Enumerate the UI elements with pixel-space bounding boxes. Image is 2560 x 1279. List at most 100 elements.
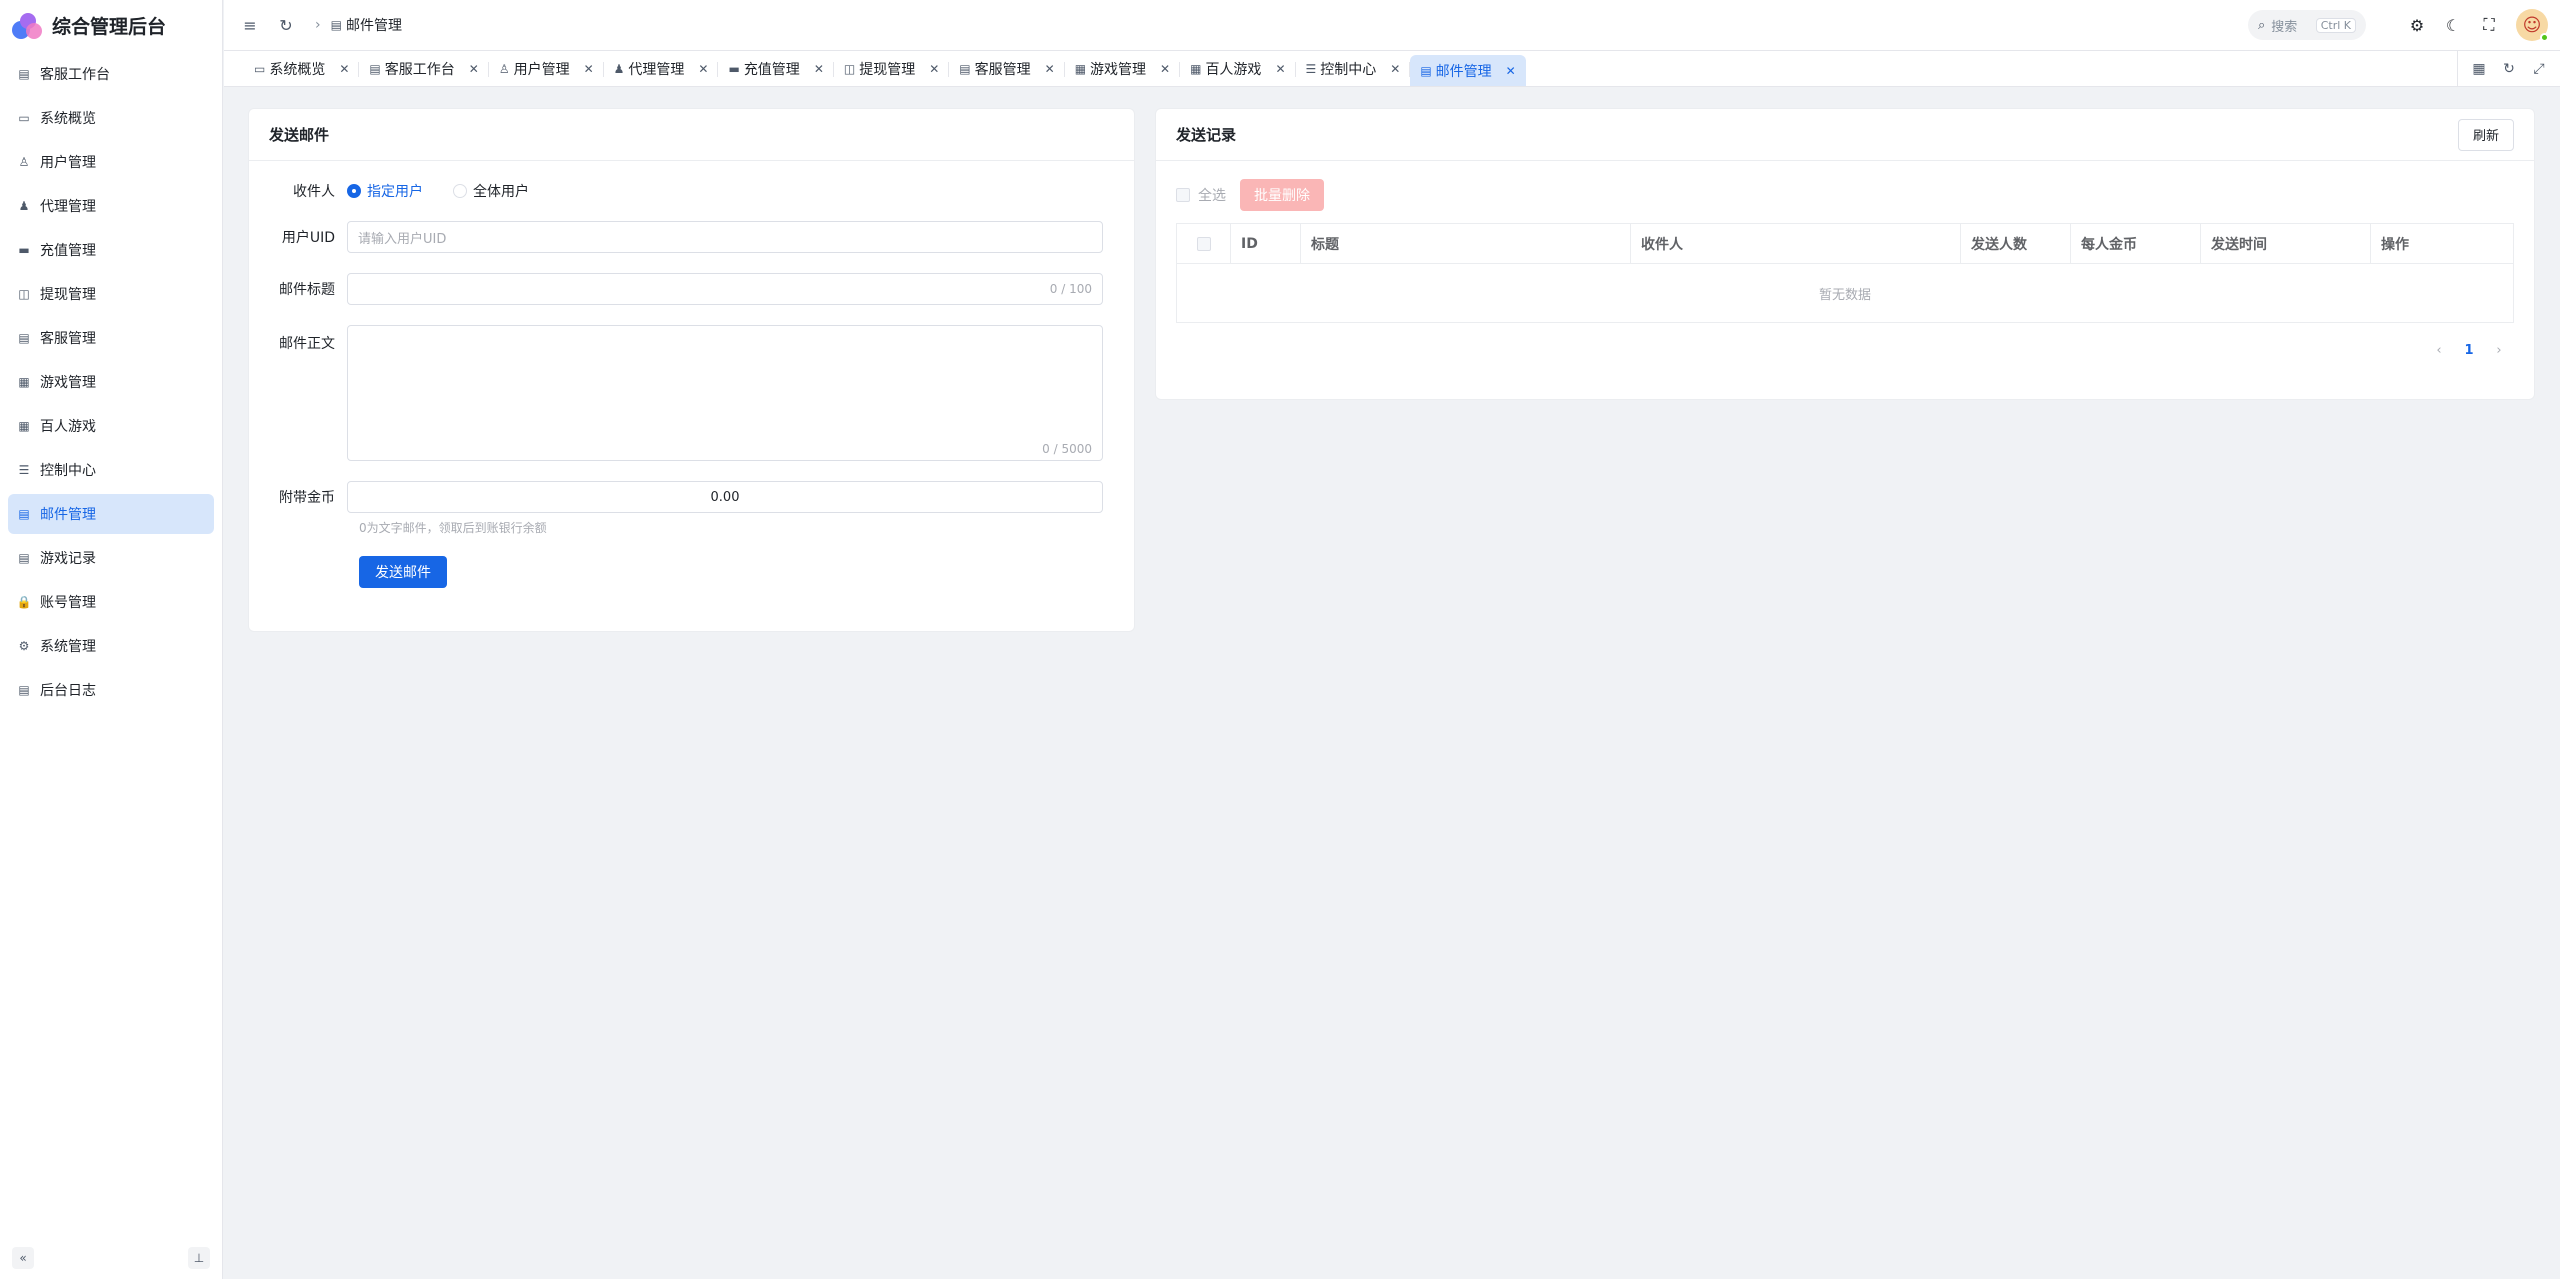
sidebar-item-0[interactable]: ▤ 客服工作台 [8, 54, 214, 94]
monitor-icon: ▭ [18, 111, 30, 125]
uid-row: 用户UID 请输入用户UID [249, 221, 1114, 253]
sidebar-item-7[interactable]: ▦ 游戏管理 [8, 362, 214, 402]
gold-input[interactable]: 0.00 [347, 481, 1103, 513]
close-icon[interactable]: ✕ [1506, 64, 1516, 78]
search-icon: ⌕ [2258, 17, 2266, 33]
radio-specified-user-label: 指定用户 [367, 184, 423, 200]
tab-4[interactable]: ▬ 充值管理 ✕ [718, 51, 835, 86]
body-row: 邮件正文 0 / 5000 [249, 325, 1114, 461]
tab-label: 提现管理 [859, 61, 916, 78]
reload-icon[interactable]: ↻ [275, 14, 297, 36]
header-checkbox[interactable] [1196, 236, 1211, 251]
sidebar-item-label: 后台日志 [40, 683, 96, 699]
sidebar-item-3[interactable]: ♟ 代理管理 [8, 186, 214, 226]
sidebar-item-12[interactable]: 🔒 账号管理 [8, 582, 214, 622]
sidebar-item-6[interactable]: ▤ 客服管理 [8, 318, 214, 358]
uid-placeholder: 请输入用户UID [358, 231, 447, 247]
send-mail-title: 发送邮件 [249, 109, 1134, 161]
tab-2[interactable]: ♙ 用户管理 ✕ [489, 51, 604, 86]
tab-7[interactable]: ▦ 游戏管理 ✕ [1065, 51, 1181, 86]
close-icon[interactable]: ✕ [1275, 62, 1285, 76]
breadcrumb-current[interactable]: 邮件管理 [346, 15, 402, 35]
maximize-icon[interactable]: ⤢ [2524, 61, 2554, 77]
sidebar-item-13[interactable]: ⚙ 系统管理 [8, 626, 214, 666]
radio-all-users-label: 全体用户 [473, 184, 529, 200]
moon-icon[interactable]: ☾ [2442, 14, 2464, 36]
gear-icon[interactable]: ⚙ [2406, 14, 2428, 36]
logo[interactable]: 综合管理后台 [0, 0, 222, 50]
sidebar-item-9[interactable]: ☰ 控制中心 [8, 450, 214, 490]
uid-input[interactable]: 请输入用户UID [347, 221, 1103, 253]
menu-toggle-icon[interactable]: ≡ [239, 14, 261, 36]
sidebar-item-label: 控制中心 [40, 463, 96, 479]
sidebar-item-8[interactable]: ▦ 百人游戏 [8, 406, 214, 446]
sidebar-item-11[interactable]: ▤ 游戏记录 [8, 538, 214, 578]
send-mail-button[interactable]: 发送邮件 [359, 556, 447, 588]
prev-page-icon[interactable]: ‹ [2424, 343, 2454, 358]
tab-8[interactable]: ▦ 百人游戏 ✕ [1180, 51, 1296, 86]
page-number[interactable]: 1 [2454, 343, 2484, 358]
select-all-label: 全选 [1198, 188, 1226, 204]
gold-row: 附带金币 0.00 [249, 481, 1114, 513]
column-header: 发送人数 [1961, 224, 2071, 263]
collapse-sidebar-icon[interactable]: « [12, 1247, 34, 1269]
close-icon[interactable]: ✕ [584, 62, 594, 76]
close-icon[interactable]: ✕ [814, 62, 824, 76]
close-icon[interactable]: ✕ [929, 62, 939, 76]
doc-icon: ▤ [369, 61, 381, 76]
tab-0[interactable]: ▭ 系统概览 ✕ [244, 51, 360, 86]
sidebar-item-5[interactable]: ◫ 提现管理 [8, 274, 214, 314]
avatar[interactable]: ☺ [2516, 9, 2549, 42]
tab-1[interactable]: ▤ 客服工作台 ✕ [359, 51, 490, 86]
wallet-icon: ◫ [843, 61, 856, 76]
column-header: ID [1231, 224, 1301, 263]
select-all-checkbox[interactable] [1176, 188, 1190, 202]
app-logo-icon [12, 11, 44, 39]
subject-char-count: 0 / 100 [1049, 282, 1092, 296]
close-icon[interactable]: ✕ [1045, 62, 1055, 76]
user-solid-icon: ♟ [18, 199, 30, 213]
tab-6[interactable]: ▤ 客服管理 ✕ [949, 51, 1066, 86]
sidebar-item-1[interactable]: ▭ 系统概览 [8, 98, 214, 138]
radio-all-users[interactable]: 全体用户 [453, 181, 529, 201]
doc-icon: ▤ [959, 61, 971, 76]
next-page-icon[interactable]: › [2484, 343, 2514, 358]
batch-delete-button[interactable]: 批量删除 [1240, 179, 1324, 211]
refresh-button[interactable]: 刷新 [2457, 118, 2514, 151]
app-title: 综合管理后台 [52, 15, 167, 38]
topbar: ≡ ↻ › ▤ 邮件管理 ⌕ 搜索 Ctrl K ⚙ ☾ ⛶ ☺ [224, 0, 2560, 50]
column-header: 操作 [2381, 236, 2409, 253]
tab-10[interactable]: ▤ 邮件管理 ✕ [1410, 55, 1526, 86]
sidebar-item-14[interactable]: ▤ 后台日志 [8, 670, 214, 710]
radio-specified-user[interactable]: 指定用户 [347, 181, 423, 201]
pin-icon[interactable]: ⊥ [188, 1247, 210, 1269]
header-checkbox-cell [1177, 224, 1231, 263]
column-header: 标题 [1301, 224, 1631, 263]
tab-9[interactable]: ☰ 控制中心 ✕ [1296, 51, 1411, 86]
close-icon[interactable]: ✕ [339, 62, 349, 76]
body-textarea[interactable]: 0 / 5000 [347, 325, 1103, 461]
sidebar-item-2[interactable]: ♙ 用户管理 [8, 142, 214, 182]
tab-5[interactable]: ◫ 提现管理 ✕ [834, 51, 950, 86]
close-icon[interactable]: ✕ [469, 62, 479, 76]
tab-label: 控制中心 [1320, 61, 1377, 78]
tab-label: 百人游戏 [1205, 61, 1262, 78]
close-icon[interactable]: ✕ [1160, 62, 1170, 76]
doc-icon: ▤ [18, 683, 30, 697]
grid-view-icon[interactable]: ▦ [2464, 61, 2494, 77]
tab-3[interactable]: ♟ 代理管理 ✕ [604, 51, 719, 86]
refresh-tab-icon[interactable]: ↻ [2494, 61, 2524, 77]
sidebar-item-4[interactable]: ▬ 充值管理 [8, 230, 214, 270]
sliders-icon: ☰ [18, 463, 30, 477]
fullscreen-icon[interactable]: ⛶ [2478, 14, 2500, 36]
sidebar-item-10[interactable]: ▤ 邮件管理 [8, 494, 214, 534]
recipient-label: 收件人 [293, 184, 335, 200]
subject-input[interactable]: 0 / 100 [347, 273, 1103, 305]
sidebar-item-label: 邮件管理 [40, 507, 96, 523]
grid-icon: ▦ [1074, 61, 1087, 76]
search-input[interactable]: ⌕ 搜索 Ctrl K [2248, 10, 2366, 40]
close-icon[interactable]: ✕ [1390, 62, 1400, 76]
close-icon[interactable]: ✕ [698, 62, 708, 76]
sidebar-item-label: 代理管理 [40, 199, 96, 215]
grid-icon: ▦ [18, 419, 30, 433]
